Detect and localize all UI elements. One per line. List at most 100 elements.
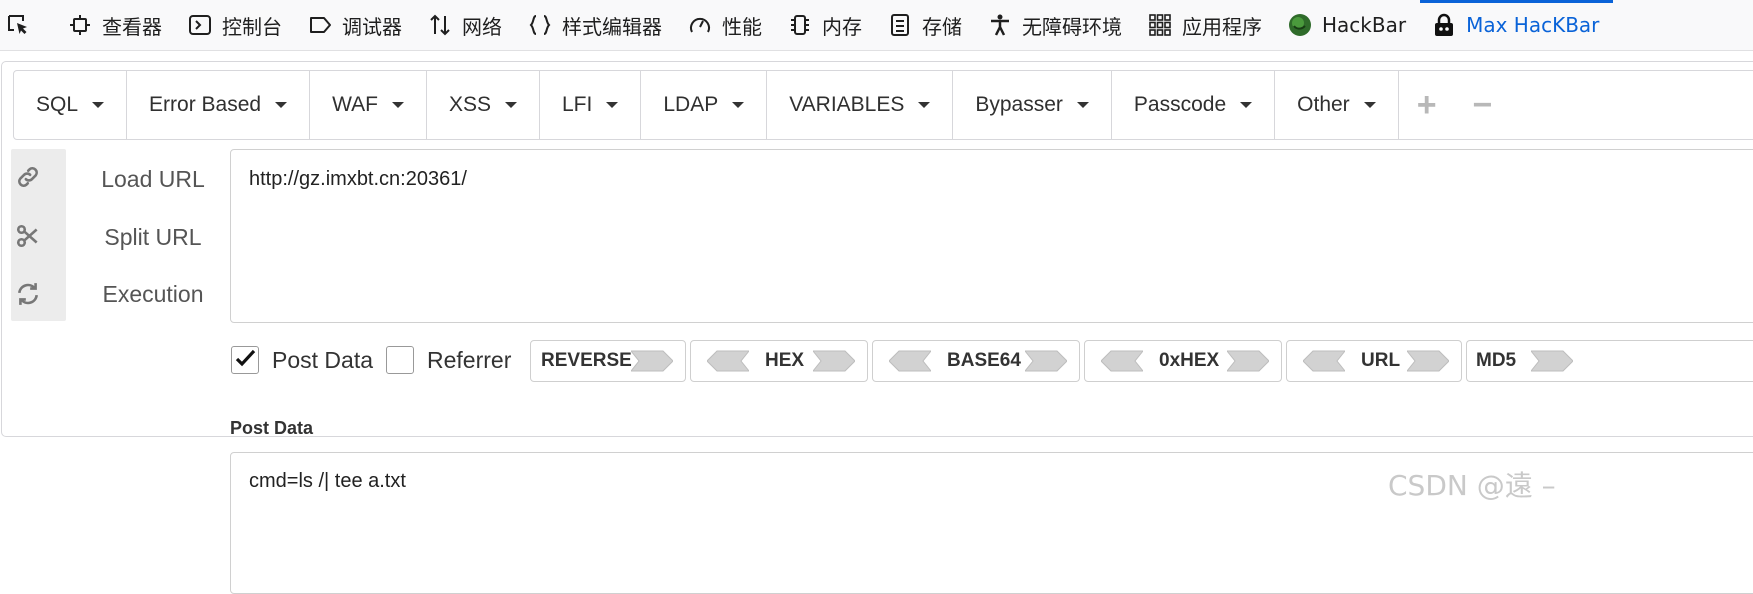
encode-arrow-icon (1531, 350, 1573, 372)
tab-inspector-label: 查看器 (102, 14, 162, 39)
tab-performance[interactable]: 性能 (676, 0, 776, 50)
menu-ldap[interactable]: LDAP (641, 71, 768, 139)
tab-performance-label: 性能 (722, 14, 762, 39)
tab-network-label: 网络 (462, 14, 502, 39)
tab-application[interactable]: 应用程序 (1136, 0, 1276, 50)
tab-element-picker[interactable] (0, 0, 56, 50)
link-icon (18, 167, 38, 187)
encode-arrow-icon (1227, 350, 1269, 372)
minus-icon: − (1472, 86, 1493, 124)
tab-accessibility-label: 无障碍环境 (1022, 14, 1122, 39)
url-encode-button[interactable]: URL (1286, 340, 1462, 382)
0xhex-button[interactable]: 0xHEX (1084, 340, 1282, 382)
tab-memory[interactable]: 内存 (776, 0, 876, 50)
tab-max-hackbar-label: Max HacKBar (1466, 13, 1600, 37)
tab-application-label: 应用程序 (1182, 14, 1262, 39)
encode-arrow-icon (813, 350, 855, 372)
caret-down-icon (275, 102, 288, 108)
tab-style-editor[interactable]: 样式编辑器 (516, 0, 676, 50)
memory-icon (788, 13, 812, 37)
storage-icon (888, 13, 912, 37)
post-data-checkbox-label: Post Data (272, 347, 373, 373)
plus-icon: + (1416, 86, 1437, 124)
tab-network[interactable]: 网络 (416, 0, 516, 50)
tab-style-editor-label: 样式编辑器 (562, 14, 662, 39)
url-value: http://gz.imxbt.cn:20361/ (249, 168, 467, 190)
decode-arrow-icon (1303, 350, 1345, 372)
encode-arrow-icon (1407, 350, 1449, 372)
reverse-button[interactable]: REVERSE (530, 340, 686, 382)
caret-down-icon (732, 102, 745, 108)
hex-button[interactable]: HEX (690, 340, 868, 382)
caret-down-icon (1076, 102, 1089, 108)
remove-tab-button[interactable]: − (1455, 71, 1511, 139)
caret-down-icon (1363, 102, 1376, 108)
caret-down-icon (606, 102, 619, 108)
md5-button[interactable]: MD5 (1466, 340, 1753, 382)
tab-memory-label: 内存 (822, 14, 862, 39)
max-hackbar-icon (1432, 13, 1456, 37)
tab-max-hackbar[interactable]: Max HacKBar (1420, 0, 1614, 50)
referrer-checkbox[interactable] (386, 346, 414, 374)
menu-label: VARIABLES (789, 93, 905, 116)
inspector-icon (68, 13, 92, 37)
menu-label: Other (1297, 93, 1350, 116)
menu-xss[interactable]: XSS (427, 71, 540, 139)
caret-down-icon (92, 102, 105, 108)
debugger-icon (308, 13, 332, 37)
menu-bypasser[interactable]: Bypasser (953, 71, 1112, 139)
tab-console[interactable]: 控制台 (176, 0, 296, 50)
accessibility-icon (988, 13, 1012, 37)
post-data-heading: Post Data (230, 418, 314, 438)
network-icon (428, 13, 452, 37)
refresh-icon (18, 283, 38, 305)
post-data-value: cmd=ls /| tee a.txt (249, 470, 406, 492)
tab-accessibility[interactable]: 无障碍环境 (976, 0, 1136, 50)
watermark: CSDN @遠 – (1388, 469, 1556, 502)
tab-debugger-label: 调试器 (342, 14, 402, 39)
caret-down-icon (391, 102, 404, 108)
decode-arrow-icon (1101, 350, 1143, 372)
split-url-label: Split URL (104, 224, 202, 250)
tab-storage-label: 存储 (922, 14, 962, 39)
menu-label: LFI (562, 93, 593, 116)
referrer-checkbox-label: Referrer (427, 347, 512, 373)
execution-label: Execution (102, 281, 204, 307)
base64-label: BASE64 (947, 350, 1021, 371)
menu-label: SQL (36, 93, 79, 116)
add-tab-button[interactable]: + (1399, 71, 1455, 139)
menu-label: WAF (332, 93, 378, 116)
post-data-checkbox[interactable] (231, 346, 259, 374)
hackbar-icon (1288, 13, 1312, 37)
tab-hackbar[interactable]: HackBar (1276, 0, 1420, 50)
scissors-icon (16, 224, 38, 248)
hex-label: HEX (765, 350, 805, 371)
tab-console-label: 控制台 (222, 14, 282, 39)
style-editor-icon (528, 13, 552, 37)
url-encode-label: URL (1361, 350, 1401, 371)
console-icon (188, 13, 212, 37)
tab-storage[interactable]: 存储 (876, 0, 976, 50)
performance-icon (688, 13, 712, 37)
reverse-label: REVERSE (541, 350, 632, 371)
menu-lfi[interactable]: LFI (540, 71, 642, 139)
tab-inspector[interactable]: 查看器 (56, 0, 176, 50)
decode-arrow-icon (889, 350, 931, 372)
menu-label: Bypasser (975, 93, 1063, 116)
menu-sql[interactable]: SQL (14, 71, 128, 139)
menu-label: LDAP (663, 93, 719, 116)
encode-arrow-icon (1025, 350, 1067, 372)
caret-down-icon (918, 102, 931, 108)
url-input[interactable]: http://gz.imxbt.cn:20361/ (230, 149, 1753, 323)
0xhex-label: 0xHEX (1159, 350, 1220, 371)
encode-arrow-icon (631, 350, 673, 372)
tab-debugger[interactable]: 调试器 (296, 0, 416, 50)
menu-error-based[interactable]: Error Based (127, 71, 311, 139)
menu-waf[interactable]: WAF (310, 71, 427, 139)
menu-variables[interactable]: VARIABLES (767, 71, 954, 139)
menu-other[interactable]: Other (1275, 71, 1399, 139)
caret-down-icon (505, 102, 517, 108)
base64-button[interactable]: BASE64 (872, 340, 1080, 382)
menu-passcode[interactable]: Passcode (1112, 71, 1276, 139)
menu-label: XSS (448, 93, 491, 116)
